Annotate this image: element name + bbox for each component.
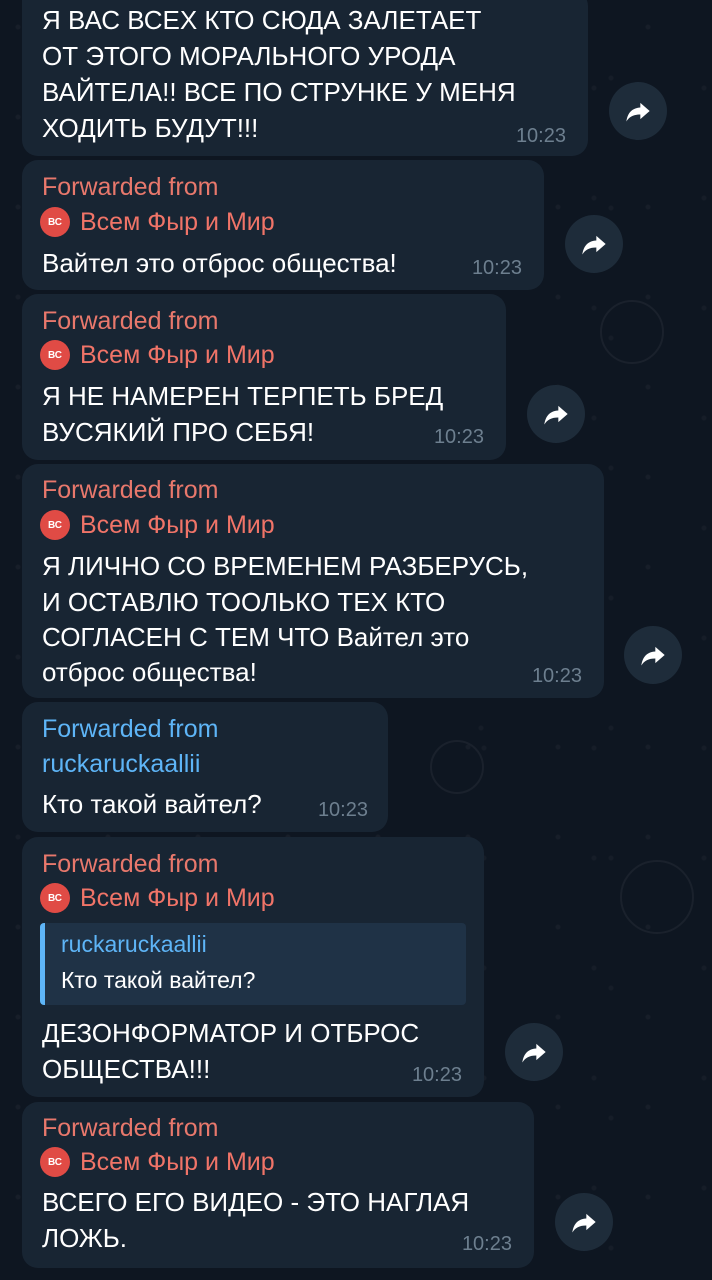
message-bubble[interactable]: Я ВАС ВСЕХ КТО СЮДА ЗАЛЕТАЕТ ОТ ЭТОГО МО… bbox=[22, 0, 588, 156]
message-bubble[interactable]: Forwarded from ВС Всем Фыр и Мир ВСЕГО Е… bbox=[22, 1102, 534, 1268]
chat-history[interactable]: Я ВАС ВСЕХ КТО СЮДА ЗАЛЕТАЕТ ОТ ЭТОГО МО… bbox=[0, 0, 712, 1280]
share-button[interactable] bbox=[505, 1023, 563, 1081]
share-button[interactable] bbox=[624, 626, 682, 684]
forwarded-label: Forwarded from bbox=[42, 476, 219, 504]
message-text-line: ВАЙТЕЛА!! ВСЕ ПО СТРУНКЕ У МЕНЯ bbox=[42, 77, 516, 107]
message-text-line: ХОДИТЬ БУДУТ!!! bbox=[42, 113, 259, 143]
share-arrow-icon bbox=[582, 235, 606, 255]
forwarded-sender[interactable]: ВС Всем Фыр и Мир bbox=[40, 339, 275, 371]
sender-name: Всем Фыр и Мир bbox=[80, 340, 275, 369]
share-arrow-icon bbox=[572, 1213, 596, 1233]
message-time: 10:23 bbox=[411, 1064, 462, 1086]
sender-avatar: ВС bbox=[40, 883, 70, 913]
forwarded-label: Forwarded from bbox=[42, 715, 219, 743]
message-text-line: ВУСЯКИЙ ПРО СЕБЯ! bbox=[42, 417, 315, 447]
message-text-line: Кто такой вайтел? bbox=[42, 789, 262, 819]
message-text-line: Вайтел это отброс общества! bbox=[42, 248, 397, 278]
message-text-line: отброс общества! bbox=[42, 657, 257, 687]
sender-avatar: ВС bbox=[40, 207, 70, 237]
sender-name: Всем Фыр и Мир bbox=[80, 883, 275, 912]
forwarded-sender[interactable]: ВС Всем Фыр и Мир bbox=[40, 1146, 275, 1178]
message-text-line: СОГЛАСЕН С ТЕМ ЧТО Вайтел это bbox=[42, 622, 470, 652]
message-time: 10:23 bbox=[317, 799, 368, 821]
background-doodle bbox=[600, 300, 664, 364]
share-button[interactable] bbox=[565, 215, 623, 273]
message-text-line: И ОСТАВЛЮ ТООЛЬКО ТЕХ КТО bbox=[42, 587, 446, 617]
message-text-line: Я НЕ НАМЕРЕН ТЕРПЕТЬ БРЕД bbox=[42, 381, 444, 411]
share-button[interactable] bbox=[609, 82, 667, 140]
reply-sender-name: ruckaruckaallii bbox=[61, 931, 207, 957]
sender-avatar: ВС bbox=[40, 510, 70, 540]
message-text-line: ВСЕГО ЕГО ВИДЕО - ЭТО НАГЛАЯ bbox=[42, 1187, 470, 1217]
forwarded-label: Forwarded from bbox=[42, 307, 219, 335]
forwarded-sender[interactable]: ВС Всем Фыр и Мир bbox=[40, 882, 275, 914]
forwarded-sender[interactable]: ВС Всем Фыр и Мир bbox=[40, 206, 275, 238]
message-bubble[interactable]: Forwarded from ruckaruckaallii Кто такой… bbox=[22, 702, 388, 832]
background-doodle bbox=[430, 740, 484, 794]
message-text-line: Я ЛИЧНО СО ВРЕМЕНЕМ РАЗБЕРУСЬ, bbox=[42, 551, 529, 581]
message-text-line: ОТ ЭТОГО МОРАЛЬНОГО УРОДА bbox=[42, 41, 456, 71]
share-arrow-icon bbox=[641, 646, 665, 666]
message-text-line: ЛОЖЬ. bbox=[42, 1223, 128, 1253]
forwarded-label: Forwarded from bbox=[42, 173, 219, 201]
sender-name: Всем Фыр и Мир bbox=[80, 207, 275, 236]
sender-name: Всем Фыр и Мир bbox=[80, 1147, 275, 1176]
sender-avatar: ВС bbox=[40, 1147, 70, 1177]
share-arrow-icon bbox=[522, 1043, 546, 1063]
forwarded-label: Forwarded from bbox=[42, 1114, 219, 1142]
forwarded-sender[interactable]: ВС Всем Фыр и Мир bbox=[40, 509, 275, 541]
share-arrow-icon bbox=[626, 102, 650, 122]
sender-name: ruckaruckaallii bbox=[42, 749, 201, 778]
sender-name: Всем Фыр и Мир bbox=[80, 510, 275, 539]
sender-avatar: ВС bbox=[40, 340, 70, 370]
message-bubble[interactable]: Forwarded from ВС Всем Фыр и Мир Я ЛИЧНО… bbox=[22, 464, 604, 698]
message-time: 10:23 bbox=[471, 257, 522, 279]
message-time: 10:23 bbox=[531, 665, 582, 687]
message-time: 10:23 bbox=[515, 125, 566, 147]
message-bubble[interactable]: Forwarded from ВС Всем Фыр и Мир Я НЕ НА… bbox=[22, 294, 506, 460]
background-doodle bbox=[620, 860, 694, 934]
message-time: 10:23 bbox=[461, 1233, 512, 1255]
share-arrow-icon bbox=[544, 405, 568, 425]
share-button[interactable] bbox=[527, 385, 585, 443]
message-text-line: Я ВАС ВСЕХ КТО СЮДА ЗАЛЕТАЕТ bbox=[42, 5, 482, 35]
share-button[interactable] bbox=[555, 1193, 613, 1251]
forwarded-sender[interactable]: ruckaruckaallii bbox=[42, 748, 200, 780]
reply-text: Кто такой вайтел? bbox=[61, 967, 256, 993]
message-bubble[interactable]: Forwarded from ВС Всем Фыр и Мир ruckaru… bbox=[22, 837, 484, 1097]
reply-quote[interactable]: ruckaruckaallii Кто такой вайтел? bbox=[40, 923, 466, 1005]
message-bubble[interactable]: Forwarded from ВС Всем Фыр и Мир Вайтел … bbox=[22, 160, 544, 290]
message-time: 10:23 bbox=[433, 426, 484, 448]
forwarded-label: Forwarded from bbox=[42, 850, 219, 878]
message-text-line: ДЕЗОНФОРМАТОР И ОТБРОС bbox=[42, 1018, 420, 1048]
message-text-line: ОБЩЕСТВА!!! bbox=[42, 1054, 211, 1084]
